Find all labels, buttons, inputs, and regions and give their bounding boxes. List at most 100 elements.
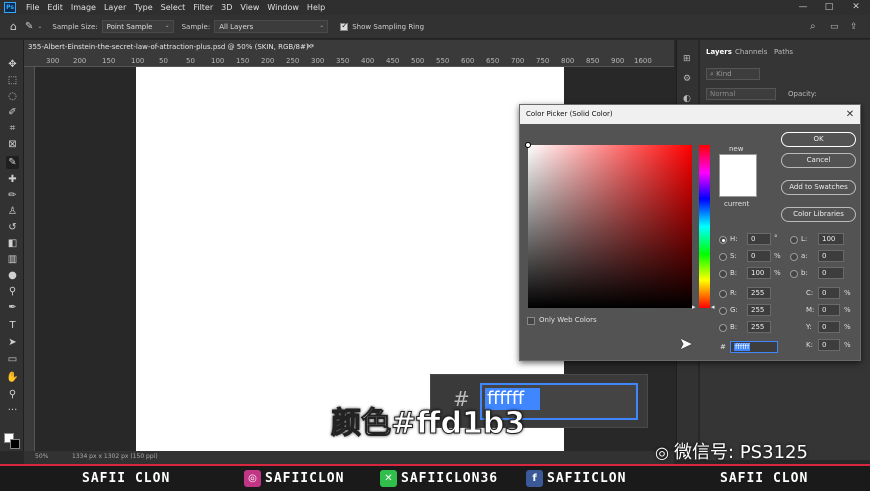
- home-icon[interactable]: ⌂: [10, 20, 17, 33]
- red-field[interactable]: 255: [747, 287, 771, 299]
- green-radio[interactable]: [719, 307, 727, 315]
- lightness-radio[interactable]: [790, 236, 798, 244]
- menu-help[interactable]: Help: [303, 3, 329, 12]
- green-field[interactable]: 255: [747, 304, 771, 316]
- a-channel-radio[interactable]: [790, 253, 798, 261]
- magenta-field[interactable]: 0: [818, 304, 840, 316]
- tab-paths[interactable]: Paths: [774, 48, 793, 56]
- b-channel-radio[interactable]: [790, 270, 798, 278]
- hue-slider-right-handle[interactable]: ◂: [711, 303, 715, 311]
- zoom-tool-icon[interactable]: ⚲: [6, 388, 19, 401]
- brush-tool-icon[interactable]: ✏: [6, 189, 19, 202]
- workspace-icon[interactable]: ▭: [830, 22, 839, 32]
- history-brush-tool-icon[interactable]: ↺: [6, 221, 19, 234]
- quick-selection-tool-icon[interactable]: ✐: [6, 106, 19, 119]
- gradient-tool-icon[interactable]: ▥: [6, 253, 19, 266]
- menu-edit[interactable]: Edit: [43, 3, 67, 12]
- properties-panel-icon[interactable]: ⚙: [683, 74, 691, 84]
- minimize-button[interactable]: —: [792, 1, 814, 14]
- mouse-cursor-icon: ➤: [679, 334, 693, 353]
- opacity-label: Opacity:: [788, 90, 817, 98]
- healing-brush-tool-icon[interactable]: ✚: [6, 173, 19, 186]
- red-radio[interactable]: [719, 290, 727, 298]
- facebook-handle: SAFIICLON: [547, 471, 627, 486]
- cancel-button[interactable]: Cancel: [781, 153, 856, 168]
- chevron-down-icon[interactable]: ⌄: [37, 23, 42, 30]
- black-field[interactable]: 0: [818, 339, 840, 351]
- add-to-swatches-button[interactable]: Add to Swatches: [781, 180, 856, 195]
- rectangle-tool-icon[interactable]: ▭: [6, 353, 19, 366]
- ok-button[interactable]: OK: [781, 132, 856, 147]
- b-channel-field[interactable]: 0: [818, 267, 844, 279]
- adjustments-panel-icon[interactable]: ◐: [683, 94, 691, 104]
- tab-layers[interactable]: Layers: [706, 48, 732, 56]
- menu-3d[interactable]: 3D: [217, 3, 236, 12]
- close-window-button[interactable]: ✕: [845, 1, 867, 14]
- saturation-field[interactable]: 0: [747, 250, 771, 262]
- maximize-button[interactable]: □: [818, 1, 840, 14]
- color-libraries-button[interactable]: Color Libraries: [781, 207, 856, 222]
- vertical-ruler: [24, 67, 35, 451]
- menu-view[interactable]: View: [236, 3, 263, 12]
- new-color-label: new: [729, 145, 744, 153]
- cyan-field[interactable]: 0: [818, 287, 840, 299]
- a-channel-field[interactable]: 0: [818, 250, 844, 262]
- menu-select[interactable]: Select: [157, 3, 190, 12]
- sample-size-select[interactable]: Point Sample ⌄: [101, 20, 174, 33]
- eyedropper-tool-icon[interactable]: ✎: [6, 156, 19, 169]
- wechat-watermark: ◎ 微信号: PS3125: [655, 438, 808, 464]
- menu-window[interactable]: Window: [263, 3, 303, 12]
- marquee-tool-icon[interactable]: ⬚: [6, 74, 19, 87]
- blue-radio[interactable]: [719, 324, 727, 332]
- zoom-level[interactable]: 50%: [35, 453, 48, 460]
- hue-slider[interactable]: [699, 145, 710, 308]
- move-tool-icon[interactable]: ✥: [6, 58, 19, 71]
- search-icon[interactable]: ⌕: [810, 21, 816, 32]
- wechat-watermark-text: 微信号: PS3125: [674, 442, 808, 463]
- tab-channels[interactable]: Channels: [735, 48, 767, 56]
- saturation-brightness-field[interactable]: [525, 142, 692, 308]
- type-tool-icon[interactable]: T: [6, 319, 19, 332]
- hue-field[interactable]: 0: [747, 233, 771, 245]
- saturation-radio[interactable]: [719, 253, 727, 261]
- eraser-tool-icon[interactable]: ◧: [6, 237, 19, 250]
- color-field-marker[interactable]: [525, 142, 531, 148]
- brightness-radio[interactable]: [719, 270, 727, 278]
- frame-tool-icon[interactable]: ⊠: [6, 138, 19, 151]
- menu-filter[interactable]: Filter: [189, 3, 217, 12]
- color-picker-title: Color Picker (Solid Color): [526, 110, 613, 118]
- hue-slider-left-handle[interactable]: ▸: [692, 303, 696, 311]
- pen-tool-icon[interactable]: ✒: [6, 301, 19, 314]
- show-sampling-ring-checkbox[interactable]: [340, 21, 349, 31]
- menu-image[interactable]: Image: [67, 3, 100, 12]
- lasso-tool-icon[interactable]: ◌: [6, 90, 19, 103]
- sample-select[interactable]: All Layers ⌄: [214, 20, 329, 33]
- menu-file[interactable]: File: [22, 3, 43, 12]
- only-web-colors-checkbox[interactable]: [527, 317, 535, 325]
- blur-tool-icon[interactable]: ●: [6, 269, 19, 282]
- yellow-field[interactable]: 0: [818, 321, 840, 333]
- dodge-tool-icon[interactable]: ⚲: [6, 285, 19, 298]
- hex-field[interactable]: ffffff: [730, 341, 778, 353]
- blend-mode-select[interactable]: Normal: [706, 88, 776, 100]
- close-icon[interactable]: ✕: [844, 105, 856, 124]
- path-selection-tool-icon[interactable]: ➤: [6, 336, 19, 349]
- menu-layer[interactable]: Layer: [100, 3, 130, 12]
- menu-type[interactable]: Type: [130, 3, 156, 12]
- history-panel-icon[interactable]: ⊞: [683, 54, 691, 64]
- share-icon[interactable]: ⇪: [850, 22, 858, 32]
- lightness-field[interactable]: 100: [818, 233, 844, 245]
- document-tab[interactable]: 355-Albert-Einstein-the-secret-law-of-at…: [24, 40, 674, 56]
- blue-field[interactable]: 255: [747, 321, 771, 333]
- eyedropper-tool-preset-icon[interactable]: ✎: [25, 21, 33, 32]
- hue-radio[interactable]: [719, 236, 727, 244]
- brightness-field[interactable]: 100: [747, 267, 771, 279]
- close-tab-icon[interactable]: ✕: [306, 42, 313, 51]
- crop-tool-icon[interactable]: ⌗: [6, 122, 19, 135]
- layer-filter-kind[interactable]: ⌕ Kind: [706, 68, 760, 80]
- photoshop-logo-icon[interactable]: Ps: [4, 2, 16, 13]
- hand-tool-icon[interactable]: ✋: [6, 371, 19, 384]
- clone-stamp-tool-icon[interactable]: ♙: [6, 205, 19, 218]
- background-color-swatch[interactable]: [10, 439, 20, 449]
- more-tools-icon[interactable]: ···: [6, 404, 19, 417]
